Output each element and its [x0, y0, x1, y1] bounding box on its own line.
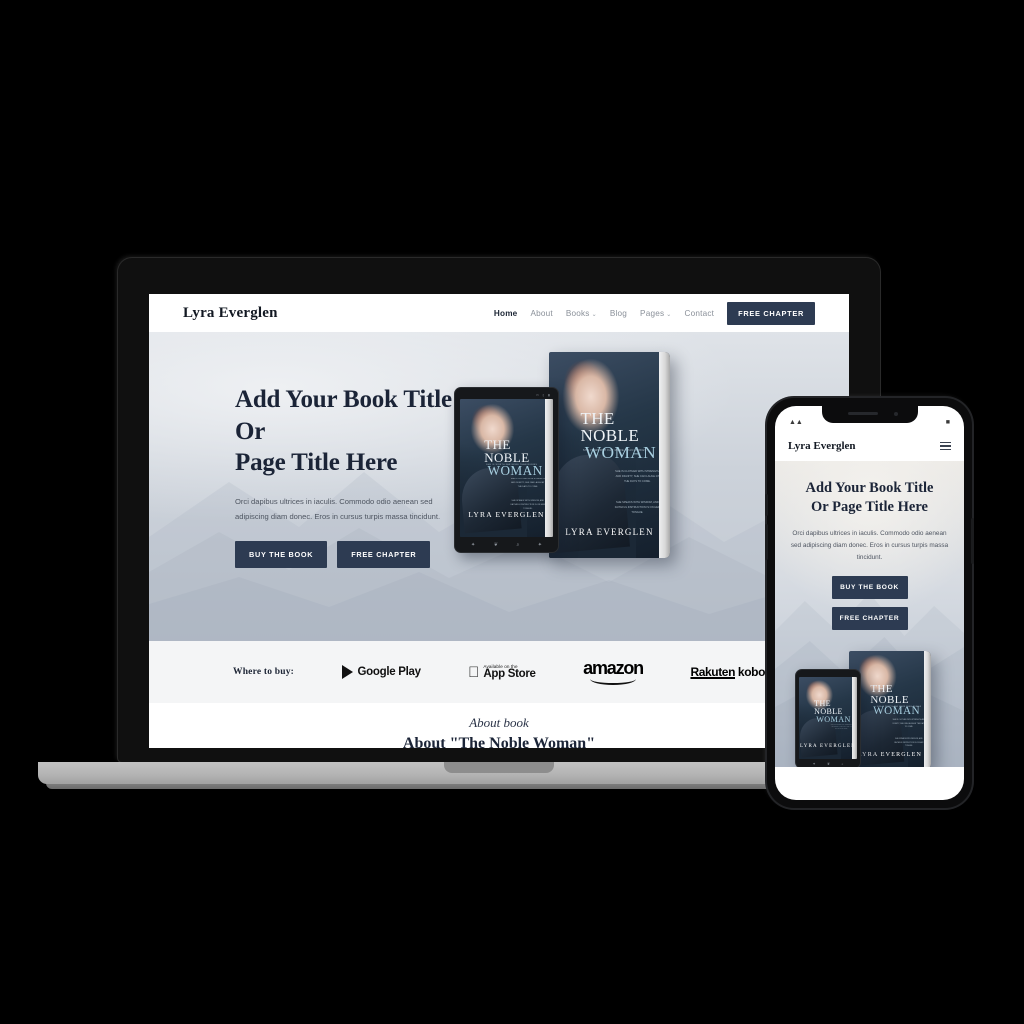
ereader-cover-face: THE NOBLE WOMAN SHE IS WORTH FAR MORE TH… [460, 399, 553, 538]
phone-ereader-book-title: THE NOBLE WOMAN [814, 698, 851, 724]
phone-ereader-nav-bar[interactable]: ✦ ❦ ⌕ [796, 761, 860, 767]
nav-item-about[interactable]: About [530, 309, 552, 318]
hero-title: Add Your Book Title Or Page Title Here [235, 386, 452, 476]
amazon-smile-icon [590, 679, 637, 685]
ereader-book-title: THE NOBLE WOMAN [484, 437, 543, 479]
nav-item-home[interactable]: Home [494, 309, 518, 318]
about-section: About book About "The Noble Woman" [149, 703, 849, 748]
phone-ereader-device-image: THE NOBLE WOMAN SHE IS CLOTHED WITH STRE… [795, 669, 861, 767]
ereader-book-quote-1: SHE IS CLOTHED WITH STRENGTH AND DIGNITY… [510, 478, 545, 488]
hero-content: Add Your Book Title Or Page Title Here O… [235, 384, 485, 568]
ereader-book-cover: THE NOBLE WOMAN SHE IS WORTH FAR MORE TH… [460, 399, 553, 538]
phone-buy-the-book-button[interactable]: BUY THE BOOK [831, 575, 908, 599]
ereader-screen: THE NOBLE WOMAN SHE IS WORTH FAR MORE TH… [460, 399, 553, 538]
app-store-logo[interactable]:  Available on the App Store [468, 664, 536, 680]
about-heading: About "The Noble Woman" [402, 735, 596, 748]
ereader-nav-bar[interactable]: ✦ ❦ ⌕ ✦ [455, 540, 558, 550]
ereader-search-icon: ⌕ [516, 541, 520, 548]
laptop-screen: Lyra Everglen Home About Books ⌄ Blog Pag… [149, 294, 849, 748]
buy-the-book-button[interactable]: BUY THE BOOK [235, 540, 328, 568]
phone-hero-paragraph: Orci dapibus ultrices in iaculis. Commod… [790, 530, 949, 561]
phone-front-camera [893, 412, 898, 416]
where-to-buy-label: Where to buy: [233, 667, 295, 677]
chevron-down-icon: ⌄ [591, 311, 597, 318]
phone-speaker [847, 412, 878, 415]
amazon-logo[interactable]: amazon [583, 659, 644, 685]
ereader-library-icon: ❦ [493, 541, 498, 548]
ereader-device-image: THE NOBLE WOMAN SHE IS WORTH FAR MORE TH… [454, 387, 559, 553]
phone-hero-section: Add Your Book Title Or Page Title Here O… [775, 461, 964, 767]
phone-volume-button[interactable] [765, 524, 768, 560]
book-quote-1: SHE IS CLOTHED WITH STRENGTH AND DIGNITY… [615, 470, 660, 484]
phone-book-tagline: SHE IS WORTH FAR MORE THAN RUBIES [876, 706, 922, 709]
phone-hardcover-book-image: THE NOBLE WOMAN SHE IS WORTH FAR MORE TH… [849, 651, 931, 767]
play-triangle-icon [341, 665, 353, 679]
phone-ereader-home-icon: ✦ [812, 761, 816, 766]
phone-book-title: THE NOBLE WOMAN [870, 683, 920, 718]
nav-item-contact[interactable]: Contact [684, 309, 714, 318]
phone-site-header: Lyra Everglen [775, 431, 964, 461]
google-play-logo[interactable]: Google Play [341, 665, 421, 679]
rakuten-kobo-logo[interactable]: Rakuten kobo [690, 665, 765, 679]
ereader-settings-icon: ✦ [537, 541, 542, 548]
ereader-book-tagline: SHE IS WORTH FAR MORE THAN RUBIES [486, 464, 538, 467]
hero-section: Add Your Book Title Or Page Title Here O… [149, 332, 849, 641]
book-quote-2: SHE SPEAKS WITH WISDOM, AND FAITHFUL INS… [614, 501, 660, 515]
phone-mockup: ▲▲ ■ Lyra Everglen Add Your Book Title O… [765, 398, 974, 808]
phone-book-quote-2: SHE SPEAKS WITH WISDOM, AND FAITHFUL INS… [894, 738, 924, 747]
phone-book-author: LYRA EVERGLEN [857, 752, 923, 759]
battery-icon: ■ [945, 419, 950, 426]
app-store-text: Available on the App Store [477, 664, 536, 680]
nav-item-books[interactable]: Books ⌄ [566, 309, 597, 318]
about-eyebrow: About book [469, 715, 529, 730]
phone-notch [821, 406, 918, 423]
book-tagline: SHE IS WORTH FAR MORE THAN RUBIES [582, 448, 647, 452]
signal-icon: ▲▲ [789, 419, 803, 426]
free-chapter-button-hero[interactable]: FREE CHAPTER [337, 540, 431, 568]
phone-ereader-screen: THE NOBLE WOMAN SHE IS CLOTHED WITH STRE… [799, 676, 857, 760]
site-header: Lyra Everglen Home About Books ⌄ Blog Pag… [149, 294, 849, 332]
apple-icon:  [468, 665, 479, 680]
chevron-down-icon: ⌄ [666, 311, 672, 318]
phone-ereader-cover-face: THE NOBLE WOMAN SHE IS CLOTHED WITH STRE… [799, 677, 857, 760]
book-cover-face: THE NOBLE WOMAN SHE IS WORTH FAR MORE TH… [549, 352, 670, 558]
where-to-buy-band: Where to buy: Google Play  Available on… [149, 641, 849, 703]
phone-ereader-book-cover: THE NOBLE WOMAN SHE IS CLOTHED WITH STRE… [799, 676, 857, 760]
hero-paragraph: Orci dapibus ultrices in iaculis. Commod… [235, 496, 441, 521]
book-title: THE NOBLE WOMAN [580, 408, 657, 462]
ereader-status-bar: ▭ ▯ ▮ [536, 392, 550, 397]
hamburger-icon[interactable] [940, 441, 951, 451]
laptop-base-notch [444, 762, 554, 773]
phone-ereader-book-quote-1: SHE IS CLOTHED WITH STRENGTH AND DIGNITY… [830, 724, 852, 731]
website-desktop: Lyra Everglen Home About Books ⌄ Blog Pag… [149, 294, 849, 748]
phone-power-button[interactable] [971, 518, 974, 564]
brand-logo[interactable]: Lyra Everglen [183, 305, 278, 322]
phone-hero-title: Add Your Book Title Or Page Title Here [805, 480, 934, 516]
hardcover-book-image: THE NOBLE WOMAN SHE IS WORTH FAR MORE TH… [549, 352, 670, 558]
ereader-book-author: LYRA EVERGLEN [468, 510, 545, 520]
phone-mute-button[interactable] [765, 494, 768, 516]
phone-book-quote-1: SHE IS CLOTHED WITH STRENGTH AND DIGNITY… [892, 719, 926, 728]
book-author: LYRA EVERGLEN [565, 527, 654, 538]
phone-ereader-search-icon: ⌕ [841, 761, 844, 766]
phone-ereader-library-icon: ❦ [827, 761, 830, 766]
hero-buttons: BUY THE BOOK FREE CHAPTER [235, 540, 485, 568]
phone-book-mockup: THE NOBLE WOMAN SHE IS WORTH FAR MORE TH… [787, 647, 947, 767]
main-nav: Home About Books ⌄ Blog Pages ⌄ Contact FR… [494, 301, 815, 325]
phone-brand-logo[interactable]: Lyra Everglen [788, 440, 856, 452]
phone-ereader-book-author: LYRA EVERGLEN [799, 744, 857, 750]
ereader-home-icon: ✦ [470, 541, 476, 548]
free-chapter-button[interactable]: FREE CHAPTER [727, 301, 815, 325]
nav-item-pages[interactable]: Pages ⌄ [640, 309, 671, 318]
phone-screen: ▲▲ ■ Lyra Everglen Add Your Book Title O… [775, 406, 964, 800]
phone-hero-buttons: BUY THE BOOK FREE CHAPTER [789, 575, 950, 630]
canvas: Lyra Everglen Home About Books ⌄ Blog Pag… [0, 0, 1024, 1024]
phone-book-cover-face: THE NOBLE WOMAN SHE IS WORTH FAR MORE TH… [849, 651, 931, 767]
phone-free-chapter-button[interactable]: FREE CHAPTER [831, 606, 908, 630]
nav-item-blog[interactable]: Blog [610, 309, 627, 318]
